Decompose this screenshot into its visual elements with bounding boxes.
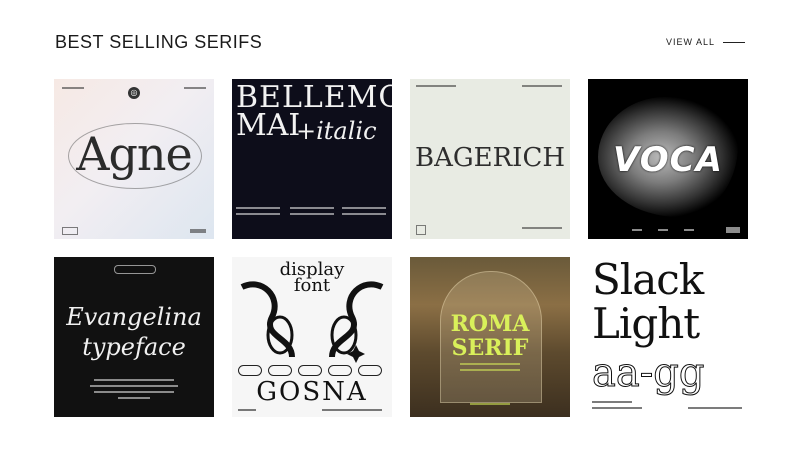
decorative-pill [268,365,292,376]
view-all-label: VIEW ALL [665,37,715,47]
font-card-slack-light[interactable]: Slack Light aa-gg [588,257,748,417]
decorative-pill [238,365,262,376]
font-specimen-title: Agne [76,127,193,181]
decorative-text-line [236,207,280,209]
decorative-pill [298,365,322,376]
font-card-gosna[interactable]: display font GOSNA [232,257,392,417]
decorative-text-line [416,85,456,87]
font-specimen-title: Evangelina [66,303,202,331]
decorative-text-line [62,87,84,89]
decorative-text-line [236,213,280,215]
font-specimen-title: ROMA [450,311,530,337]
decorative-text-line [322,409,382,411]
section-header: BEST SELLING SERIFS VIEW ALL [55,30,745,54]
decorative-text-line [290,213,334,215]
decorative-text-line [94,391,174,393]
decorative-text-line [632,229,642,231]
decorative-label [62,227,78,235]
view-all-link[interactable]: VIEW ALL [666,37,745,47]
decorative-text-line [470,403,510,405]
decorative-text-line [684,229,694,231]
font-specimen-title: BAGERICH [414,143,566,173]
font-specimen-glyphs: aa-gg [591,350,705,396]
barcode-icon [190,229,206,233]
font-card-bagerich[interactable]: BAGERICH [410,79,570,239]
decorative-text-line [592,401,632,403]
decorative-pill [328,365,352,376]
font-specimen-title: Slack [592,257,704,304]
decorative-text-line [184,87,206,89]
font-specimen-subtitle: SERIF [451,335,529,361]
decorative-text-line [342,207,386,209]
decorative-pill [358,365,382,376]
decorative-text-line [522,85,562,87]
font-card-agne[interactable]: ◎ Agne [54,79,214,239]
font-specimen-italic: +italic [296,117,377,145]
decorative-text-line [658,229,668,231]
decorative-text-line [592,407,642,409]
font-card-bellemo[interactable]: BELLEMO MAI +italic [232,79,392,239]
decorative-text-line [118,397,150,399]
decorative-text-line [460,369,520,371]
brand-logo-icon: ◎ [128,87,140,99]
decorative-text-line [522,227,562,229]
decorative-text-line [688,407,742,409]
decorative-text-line [90,385,178,387]
decorative-text-line [290,207,334,209]
font-grid: ◎ Agne BELLEMO MAI +italic BAGERICH VOCA [54,79,748,417]
decorative-text-line [94,379,174,381]
font-card-evangelina[interactable]: Evangelina typeface [54,257,214,417]
barcode-icon [726,227,740,233]
font-specimen-subtitle: MAI [236,108,301,143]
decorative-label [114,265,156,274]
brand-logo-icon [416,225,426,235]
font-specimen-title: VOCA [613,140,723,180]
decorative-text-line [238,409,256,411]
decorative-text-line [460,363,520,365]
decorative-text-line [342,213,386,215]
font-card-voca[interactable]: VOCA [588,79,748,239]
font-specimen-subtitle: Light [592,299,700,348]
font-specimen-name: GOSNA [256,377,368,407]
font-specimen-subtitle: typeface [82,333,186,361]
arrow-line-icon [723,41,745,43]
font-card-roma-serif[interactable]: ROMA SERIF [410,257,570,417]
section-title: BEST SELLING SERIFS [55,31,263,52]
